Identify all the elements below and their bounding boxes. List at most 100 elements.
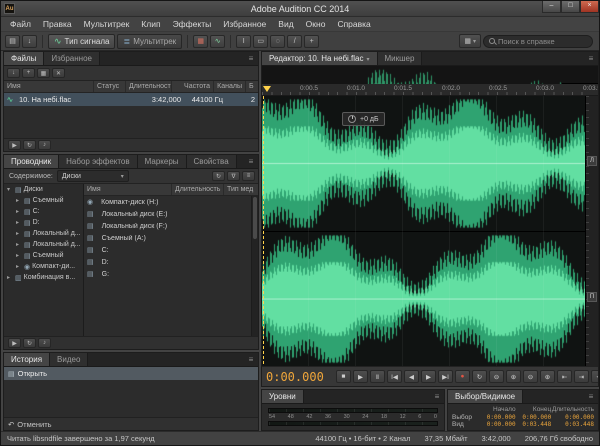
expand-icon[interactable]: ▸	[16, 241, 24, 248]
files-open-icon[interactable]: ▦	[37, 68, 50, 78]
search-input[interactable]	[498, 37, 587, 46]
waveform-overview[interactable]	[262, 66, 598, 84]
move-to-start-button[interactable]: I◀	[387, 370, 402, 383]
menu-item-multitrack[interactable]: Мультитрек	[78, 17, 136, 32]
menu-item-file[interactable]: Файл	[4, 17, 37, 32]
record-button[interactable]: ●	[455, 370, 470, 383]
gain-knob-icon[interactable]	[348, 115, 356, 123]
tree-item-removable-2[interactable]: ▸▤Съемный	[4, 250, 83, 261]
preview-play-icon[interactable]: ▶	[8, 338, 21, 348]
tab-media-browser[interactable]: Проводник	[4, 155, 59, 168]
tab-levels[interactable]: Уровни	[262, 390, 304, 403]
panel-menu-icon[interactable]	[584, 52, 598, 65]
expand-icon[interactable]: ▸	[16, 219, 24, 226]
amplitude-ruler[interactable]: Л П	[585, 96, 598, 366]
tab-selection-view[interactable]: Выбор/Видимое	[448, 390, 523, 403]
channel-right-badge[interactable]: П	[587, 292, 597, 302]
panel-menu-icon[interactable]	[584, 390, 598, 403]
tab-markers[interactable]: Маркеры	[138, 155, 187, 168]
column-bit-depth[interactable]: Б	[246, 81, 258, 92]
preview-autoplay-icon[interactable]: ♪	[38, 140, 51, 150]
files-new-icon[interactable]: +	[22, 68, 35, 78]
paintbrush-tool-icon[interactable]: /	[287, 35, 302, 48]
expand-icon[interactable]: ▸	[16, 197, 24, 204]
expand-icon[interactable]: ▸	[7, 274, 15, 281]
zoom-selection-button[interactable]: ↔	[591, 370, 599, 383]
timeline-ruler[interactable]: 0:00.5 0:01.0 0:01.5 0:02.0 0:02.5 0:03.…	[262, 84, 598, 96]
tree-item-drives[interactable]: ▾▤Диски	[4, 184, 83, 195]
panel-menu-icon[interactable]	[244, 353, 258, 366]
menu-item-view[interactable]: Вид	[272, 17, 299, 32]
gain-hud[interactable]: +0 дБ	[342, 112, 385, 126]
healing-brush-tool-icon[interactable]: +	[304, 35, 319, 48]
view-start-value[interactable]: 0:00.000	[480, 421, 516, 428]
open-file-icon[interactable]: ▤	[5, 35, 20, 48]
zoom-selection-right-button[interactable]: ⇥	[574, 370, 589, 383]
waveform-view-button[interactable]: ∿ Тип сигнала	[48, 34, 115, 49]
column-name[interactable]: Имя	[84, 184, 172, 195]
expand-icon[interactable]: ▾	[7, 186, 15, 193]
preview-play-icon[interactable]: ▶	[8, 140, 21, 150]
preview-loop-icon[interactable]: ↻	[23, 338, 36, 348]
menu-item-window[interactable]: Окно	[300, 17, 332, 32]
content-dropdown[interactable]: Диски	[57, 170, 129, 182]
selection-start-value[interactable]: 0:00.000	[480, 414, 516, 421]
tab-history[interactable]: История	[4, 353, 50, 366]
tree-item-c[interactable]: ▸▤C:	[4, 206, 83, 217]
menu-item-favorites[interactable]: Избранное	[217, 17, 272, 32]
tree-item-d[interactable]: ▸▤D:	[4, 217, 83, 228]
column-duration[interactable]: Длительность	[126, 81, 172, 92]
list-item[interactable]: ▤D:	[84, 256, 251, 268]
loop-button[interactable]: ↻	[472, 370, 487, 383]
tab-properties[interactable]: Свойства	[187, 155, 237, 168]
list-item[interactable]: ▤C:	[84, 244, 251, 256]
scrollbar[interactable]	[251, 196, 258, 336]
list-item[interactable]: ◉Компакт-диск (H:)	[84, 196, 251, 208]
scrollbar-thumb[interactable]	[253, 197, 257, 239]
chevron-down-icon[interactable]: ▾	[366, 57, 369, 63]
expand-icon[interactable]: ▸	[16, 208, 24, 215]
undo-button[interactable]: ↶ Отменить	[8, 420, 52, 429]
tab-video[interactable]: Видео	[50, 353, 88, 366]
history-entry[interactable]: ▤ Открыть	[4, 367, 258, 380]
column-sample-rate[interactable]: Частота	[172, 81, 214, 92]
zoom-out-vertical-button[interactable]: ⊖	[523, 370, 538, 383]
spectral-frequency-icon[interactable]: ▦	[193, 35, 208, 48]
workspace-dropdown[interactable]: ▦	[459, 34, 481, 48]
tree-item-shortcuts[interactable]: ▸▥Комбинация в...	[4, 272, 83, 283]
zoom-in-button[interactable]: ⊕	[506, 370, 521, 383]
files-delete-icon[interactable]: ✕	[52, 68, 65, 78]
rewind-button[interactable]: ◀	[404, 370, 419, 383]
maximize-icon[interactable]	[561, 1, 580, 13]
time-display[interactable]: 0:00.000	[266, 370, 334, 384]
import-file-icon[interactable]: ↓	[22, 35, 37, 48]
zoom-out-button[interactable]: ⊖	[489, 370, 504, 383]
file-row[interactable]: ∿ 10. На небі.flac 3:42,000 44100 Гц 2	[4, 93, 258, 106]
list-item[interactable]: ▤Локальный диск (E:)	[84, 208, 251, 220]
tree-item-local-1[interactable]: ▸▤Локальный д...	[4, 228, 83, 239]
move-to-end-button[interactable]: ▶I	[438, 370, 453, 383]
tree-item-removable[interactable]: ▸▤Съемный	[4, 195, 83, 206]
play-button[interactable]: ▶	[353, 370, 368, 383]
view-duration-value[interactable]: 0:03.448	[551, 421, 594, 428]
pause-button[interactable]: Ⅱ	[370, 370, 385, 383]
marquee-tool-icon[interactable]: ▭	[253, 35, 268, 48]
panel-menu-icon[interactable]	[244, 52, 258, 65]
column-channels[interactable]: Каналы	[214, 81, 246, 92]
multitrack-view-button[interactable]: ≣ Мультитрек	[117, 34, 182, 49]
fast-forward-button[interactable]: ▶	[421, 370, 436, 383]
close-icon[interactable]	[580, 1, 599, 13]
column-status[interactable]: Статус	[94, 81, 126, 92]
list-item[interactable]: ▤G:	[84, 268, 251, 280]
channel-left-waveform[interactable]	[262, 96, 585, 231]
stop-button[interactable]: ■	[336, 370, 351, 383]
column-media-type[interactable]: Тип мед	[224, 184, 258, 195]
tab-editor[interactable]: Редактор: 10. На небі.flac▾	[262, 52, 378, 65]
time-selection-tool-icon[interactable]: I	[236, 35, 251, 48]
list-options-icon[interactable]: ≡	[242, 171, 255, 181]
expand-icon[interactable]: ▸	[16, 230, 24, 237]
files-import-icon[interactable]: ↓	[7, 68, 20, 78]
menu-item-clip[interactable]: Клип	[135, 17, 166, 32]
minimize-icon[interactable]	[542, 1, 561, 13]
filter-icon[interactable]: ∇	[227, 171, 240, 181]
